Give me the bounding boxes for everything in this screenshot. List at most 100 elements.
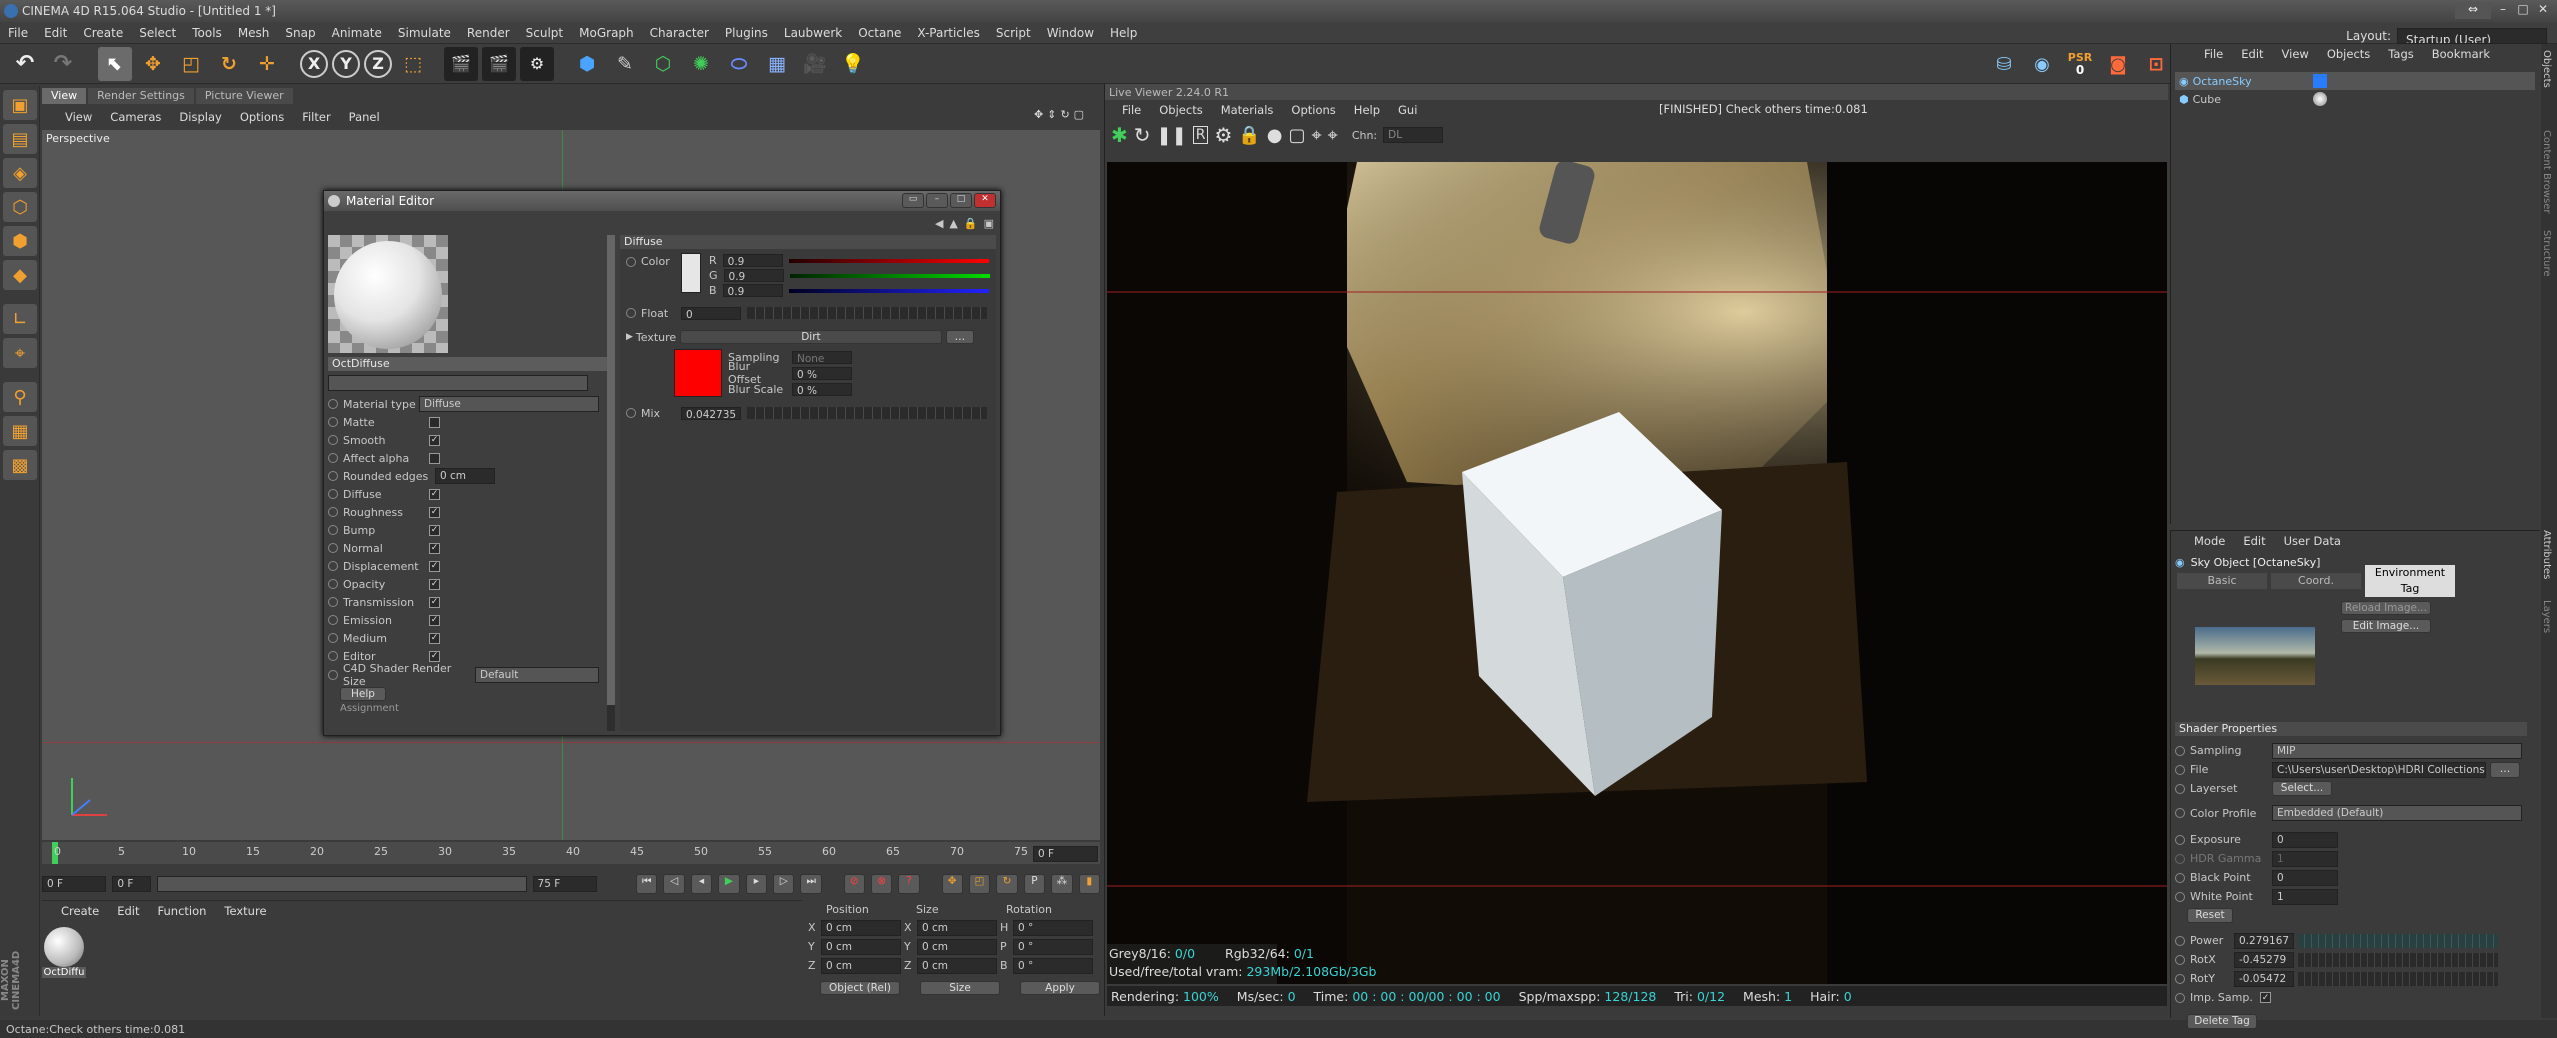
me-r-field[interactable]: 0.9	[722, 254, 783, 267]
am-color-profile-select[interactable]: Embedded (Default)	[2272, 805, 2522, 821]
am-rotx-field[interactable]: -0.45279	[2234, 951, 2294, 968]
points-mode-icon[interactable]: ⬡	[3, 192, 37, 222]
menu-script[interactable]: Script	[988, 22, 1039, 44]
me-option-radio[interactable]	[328, 597, 338, 607]
pos-x-field[interactable]: 0 cm	[821, 919, 901, 936]
coord-mode-select[interactable]: Object (Rel)	[820, 981, 900, 995]
me-option-radio[interactable]	[328, 417, 338, 427]
coord-size-select[interactable]: Size	[920, 981, 1000, 995]
side-tab-structure[interactable]: Structure	[2541, 224, 2552, 524]
me-b-slider[interactable]	[788, 288, 989, 293]
am-menu-mode[interactable]: Mode	[2185, 532, 2234, 550]
om-menu-objects[interactable]: Objects	[2318, 45, 2379, 63]
tab-view[interactable]: View	[42, 88, 87, 104]
close-icon[interactable]: ✕	[2535, 2, 2551, 19]
pan-icon[interactable]: ✥	[1034, 108, 1043, 121]
me-mix-field[interactable]: 0.042735	[681, 406, 741, 420]
spline-pen-icon[interactable]: ✎	[608, 47, 642, 81]
lv-clay-icon[interactable]: ▢	[1289, 125, 1306, 146]
toggle-view-icon[interactable]: ▢	[1074, 108, 1084, 121]
am-delete-tag-button[interactable]: Delete Tag	[2187, 1013, 2257, 1029]
lv-menu-file[interactable]: File	[1113, 101, 1150, 119]
am-white-point-radio[interactable]	[2175, 891, 2185, 902]
go-start-icon[interactable]: ⏮	[636, 874, 658, 894]
menu-xparticles[interactable]: X-Particles	[909, 22, 988, 44]
me-texture-button[interactable]: Dirt	[679, 330, 942, 344]
current-frame-field[interactable]: 0 F	[112, 876, 152, 892]
model-mode-icon[interactable]: ▣	[3, 90, 37, 120]
tab-picture-viewer[interactable]: Picture Viewer	[195, 88, 293, 104]
am-reset-button[interactable]: Reset	[2187, 908, 2233, 923]
am-roty-field[interactable]: -0.05472	[2234, 970, 2294, 987]
me-option-radio[interactable]	[328, 489, 338, 499]
prev-frame-icon[interactable]: ◂	[690, 874, 713, 894]
hdri-thumbnail[interactable]	[2195, 627, 2315, 685]
me-material-name[interactable]: OctDiffuse	[328, 357, 612, 371]
start-frame-field[interactable]: 0 F	[42, 876, 107, 892]
vp-menu-display[interactable]: Display	[170, 108, 230, 126]
polygons-mode-icon[interactable]: ◆	[3, 260, 37, 290]
om-menu-tags[interactable]: Tags	[2379, 45, 2422, 63]
me-sampling-select[interactable]: None	[792, 350, 852, 364]
am-rotx-radio[interactable]	[2175, 954, 2185, 965]
me-option-checkbox[interactable]: ✓	[429, 488, 440, 500]
me-option-radio[interactable]	[328, 543, 338, 553]
octane-render-icon[interactable]: ⛁	[1987, 47, 2021, 81]
floor-icon[interactable]: ▦	[760, 47, 794, 81]
me-help-button[interactable]: Help	[340, 687, 386, 701]
lv-lock-icon[interactable]: 🔒	[1238, 125, 1260, 146]
am-file-browse-button[interactable]: …	[2490, 761, 2520, 778]
side-tab-layers[interactable]: Layers	[2541, 594, 2552, 654]
reload-image-button[interactable]: Reload Image...	[2341, 601, 2431, 615]
am-roty-slider[interactable]	[2298, 971, 2498, 986]
me-material-type-radio[interactable]	[328, 399, 338, 409]
key-rotation-icon[interactable]: ↻	[996, 874, 1018, 894]
me-option-radio[interactable]	[328, 453, 338, 463]
axis-y-button[interactable]: Y	[332, 49, 360, 78]
am-power-field[interactable]: 0.279167	[2234, 932, 2294, 949]
me-maximize-icon[interactable]: □	[950, 193, 972, 208]
am-tab-coord[interactable]: Coord.	[2271, 573, 2361, 589]
select-tool-icon[interactable]: ⬉	[98, 46, 132, 81]
key-scale-icon[interactable]: ◰	[968, 874, 991, 894]
tweak-icon[interactable]: ⌖	[3, 338, 37, 368]
rot-b-field[interactable]: 0 °	[1013, 957, 1093, 974]
menu-sculpt[interactable]: Sculpt	[518, 22, 571, 44]
me-new-icon[interactable]: ▣	[984, 217, 994, 230]
edit-image-button[interactable]: Edit Image...	[2341, 619, 2431, 633]
edges-mode-icon[interactable]: ⬢	[3, 226, 37, 256]
mm-menu-function[interactable]: Function	[149, 902, 216, 920]
lv-restart-icon[interactable]: ↻	[1134, 123, 1151, 147]
me-option-checkbox[interactable]	[429, 452, 440, 464]
me-texture-arrow-icon[interactable]: ▶	[626, 332, 633, 342]
me-texture-preview[interactable]	[674, 349, 722, 397]
apply-button[interactable]: Apply	[1020, 981, 1100, 995]
om-menu-edit[interactable]: Edit	[2232, 45, 2272, 63]
me-left-scrollbar[interactable]	[607, 235, 615, 731]
rotate-tool-icon[interactable]: ↻	[212, 47, 246, 81]
am-sampling-radio[interactable]	[2175, 745, 2185, 756]
ruler-icon[interactable]: ⊡	[2139, 47, 2173, 81]
transform-tool-icon[interactable]: ✛	[250, 47, 284, 81]
size-z-field[interactable]: 0 cm	[917, 957, 997, 974]
am-file-field[interactable]: C:\Users\user\Desktop\HDRI Collections	[2272, 761, 2486, 778]
am-imp-samp-checkbox[interactable]: ✓	[2260, 992, 2271, 1003]
lv-render-image[interactable]	[1107, 162, 2167, 984]
layout-select[interactable]: Startup (User)	[2397, 28, 2547, 44]
me-up-icon[interactable]: ▲	[949, 217, 957, 230]
keyframe-selection-icon[interactable]: ?	[898, 874, 920, 894]
menu-help[interactable]: Help	[1102, 22, 1145, 44]
lv-region-icon[interactable]: R	[1192, 126, 1209, 144]
menu-edit[interactable]: Edit	[36, 22, 75, 44]
autokey-icon[interactable]: ⊗	[870, 874, 893, 894]
menu-select[interactable]: Select	[131, 22, 184, 44]
am-color-profile-radio[interactable]	[2175, 808, 2185, 818]
camera-icon[interactable]: 🎥	[798, 47, 832, 81]
octane-settings-icon[interactable]: ◉	[2025, 47, 2059, 81]
render-view-icon[interactable]: 🎬	[444, 46, 478, 81]
snapshot-icon[interactable]: ◙	[2101, 47, 2135, 81]
lv-channel-select[interactable]: DL	[1383, 127, 1444, 143]
prev-key-icon[interactable]: ◁	[663, 874, 685, 894]
lv-menu-help[interactable]: Help	[1345, 101, 1389, 119]
pos-y-field[interactable]: 0 cm	[821, 938, 901, 955]
